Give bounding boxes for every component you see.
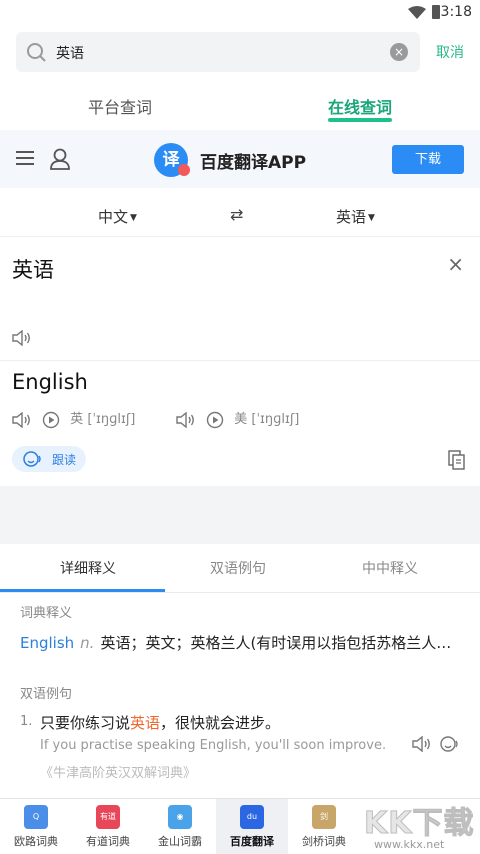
example-highlight: 英语 [130,714,161,732]
status-time: 3:18 [440,4,472,20]
uk-phonetic: 英 [ˈɪŋɡlɪʃ] [70,412,136,427]
bottom-nav: Q 欧路词典 有道 有道词典 ◉ 金山词霸 du 百度翻译 剑 剑桥词典 [0,798,480,854]
menu-icon[interactable] [16,150,34,166]
tab-detailed-definition[interactable]: 详细释义 [60,558,116,578]
status-bar: 3:18 [0,0,480,24]
us-phonetic: 美 [ˈɪŋɡlɪʃ] [234,412,300,427]
nav-label: 百度翻译 [230,835,274,848]
definition-text: 英语；英文；英格兰人(有时误用以指包括苏格兰人… [100,634,452,652]
source-word[interactable]: 英语 [12,254,54,284]
translation-result: English 英 [ˈɪŋɡlɪʃ] 美 [ˈɪŋɡlɪʃ] 跟读 [0,360,480,484]
tab-bilingual-examples[interactable]: 双语例句 [210,558,266,578]
slow-play-icon[interactable] [206,411,224,429]
example-chinese: 只要你练习说英语，很快就会进步。 [40,714,281,732]
tab-platform-lookup[interactable]: 平台查词 [88,94,152,118]
example-number: 1. [20,714,33,729]
follow-read-button[interactable]: 跟读 [12,446,86,472]
nav-youdao[interactable]: 有道 有道词典 [72,799,144,854]
section-divider [0,486,480,544]
example-english: If you practise speaking English, you'll… [40,738,387,753]
tab-chinese-definition[interactable]: 中中释义 [362,558,418,578]
nav-eudic[interactable]: Q 欧路词典 [0,799,72,854]
search-query: 英语 [56,46,84,62]
copy-icon[interactable] [448,450,466,470]
app-name: 百度翻译APP [200,153,307,173]
speaker-icon[interactable] [176,411,196,428]
caret-down-icon: ▼ [368,212,375,223]
baidu-paw-icon: du [240,805,264,829]
logo-accent [178,164,190,176]
eudic-icon: Q [24,805,48,829]
app-banner: 译 百度翻译APP 下载 [0,130,480,188]
speaker-icon[interactable] [12,411,32,428]
download-button[interactable]: 下载 [392,145,464,174]
nav-baidu-translate[interactable]: du 百度翻译 [216,799,288,854]
follow-read-icon [23,451,41,467]
translation-text: English [12,370,88,394]
language-selector: 中文 ▼ ⇄ 英语 ▼ [0,196,480,237]
active-tab-indicator [328,118,392,122]
uk-pronunciation: 英 [ˈɪŋɡlɪʃ] [12,408,135,429]
top-tabs: 平台查词 在线查词 [0,86,480,126]
part-of-speech: n. [80,634,95,652]
slow-play-icon[interactable] [42,411,60,429]
us-pronunciation: 美 [ˈɪŋɡlɪʃ] [176,408,299,429]
search-icon [27,43,46,62]
user-icon[interactable] [50,148,70,170]
headword[interactable]: English [20,634,74,652]
examples-section-title: 双语例句 [20,687,73,702]
nav-label: 金山词霸 [158,835,202,848]
dictionary-section-title: 词典释义 [20,606,73,621]
battery-icon [432,5,440,19]
nav-jinshan[interactable]: ◉ 金山词霸 [144,799,216,854]
nav-label: 剑桥词典 [302,835,346,848]
caret-down-icon: ▼ [130,212,137,223]
active-tab-indicator [0,589,165,592]
close-icon[interactable]: × [447,252,464,276]
nav-label: 有道词典 [86,835,130,848]
youdao-icon: 有道 [96,805,120,829]
nav-label: 欧路词典 [14,835,58,848]
speaker-icon[interactable] [12,330,32,346]
tab-online-lookup[interactable]: 在线查词 [328,94,392,118]
follow-read-icon[interactable] [440,736,462,752]
detail-tabs: 详细释义 双语例句 中中释义 [0,546,480,593]
swap-language-icon[interactable]: ⇄ [230,205,243,224]
definition-row: English n. 英语；英文；英格兰人(有时误用以指包括苏格兰人… [20,632,464,653]
clear-icon[interactable]: × [390,43,408,61]
nav-cambridge[interactable]: 剑 剑桥词典 [288,799,360,854]
example-source: 《牛津高阶英汉双解词典》 [40,766,197,781]
speaker-icon[interactable] [412,736,432,752]
target-language[interactable]: 英语 ▼ [336,206,375,227]
wifi-icon [408,6,426,19]
jinshan-icon: ◉ [168,805,192,829]
source-language[interactable]: 中文 ▼ [98,206,137,227]
cambridge-icon: 剑 [312,805,336,829]
source-text-panel: 英语 × [0,240,480,361]
follow-read-label: 跟读 [52,453,77,467]
search-input[interactable]: 英语 × [16,32,420,72]
cancel-button[interactable]: 取消 [436,42,464,62]
